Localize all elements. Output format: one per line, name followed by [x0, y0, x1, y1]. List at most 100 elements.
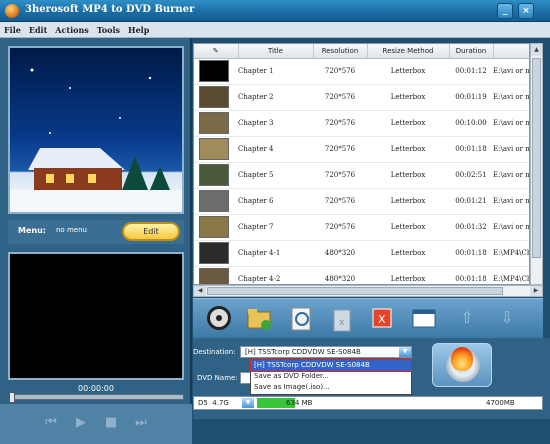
delete-icon[interactable]: x [328, 303, 356, 333]
title-cell[interactable]: Chapter 7 [238, 214, 313, 241]
resize-method-cell[interactable]: Letterbox [367, 214, 449, 241]
thumbnail-cell [194, 136, 238, 163]
previous-icon[interactable]: ⏮ [42, 414, 60, 432]
seek-handle[interactable] [9, 392, 15, 403]
edit-menu-button[interactable]: Edit [122, 222, 180, 241]
thumbnail-image [199, 190, 229, 212]
resolution-cell: 720*576 [313, 84, 367, 111]
table-row[interactable]: Chapter 3 720*576 Letterbox 00:10:00 E:\… [194, 110, 529, 137]
dvd-name-label: DVD Name: [197, 374, 238, 382]
thumbnail-cell [194, 58, 238, 85]
resize-method-cell[interactable]: Letterbox [367, 162, 449, 189]
title-cell[interactable]: Chapter 2 [238, 84, 313, 111]
path-cell: E:\avi or m [493, 214, 529, 241]
title-cell[interactable]: Chapter 6 [238, 188, 313, 215]
thumbnail-image [199, 86, 229, 108]
table-row[interactable]: Chapter 7 720*576 Letterbox 00:01:32 E:\… [194, 214, 529, 241]
duration-cell: 00:02:51 [449, 162, 493, 189]
resolution-cell: 480*320 [313, 266, 367, 284]
resize-method-cell[interactable]: Letterbox [367, 136, 449, 163]
title-cell[interactable]: Chapter 1 [238, 58, 313, 85]
thumbnail-cell [194, 162, 238, 189]
disc-usage-bar: D5 4.7G ▼ 634 MB 4700MB [193, 396, 543, 410]
scroll-up-icon[interactable]: ▲ [531, 44, 542, 56]
title-cell[interactable]: Chapter 4-1 [238, 240, 313, 267]
stop-icon[interactable]: ■ [102, 414, 120, 432]
table-row[interactable]: Chapter 4-1 480*320 Letterbox 00:01:18 E… [194, 240, 529, 267]
menu-label: Menu: [18, 226, 46, 235]
menu-tools[interactable]: Tools [93, 22, 124, 38]
resize-method-cell[interactable]: Letterbox [367, 110, 449, 137]
menu-value: no menu [56, 226, 87, 234]
add-folder-icon[interactable] [245, 303, 273, 333]
table-row[interactable]: Chapter 5 720*576 Letterbox 00:02:51 E:\… [194, 162, 529, 189]
destination-option[interactable]: Save as Image(.iso)... [251, 382, 411, 393]
col-path[interactable] [493, 44, 529, 59]
seek-bar[interactable] [9, 392, 184, 403]
play-icon[interactable]: ▶ [72, 414, 90, 432]
menu-actions[interactable]: Actions [51, 22, 92, 38]
title-cell[interactable]: Chapter 4 [238, 136, 313, 163]
file-list: ✎ Title Resolution Resize Method Duratio… [193, 43, 530, 285]
col-title[interactable]: Title [238, 44, 314, 59]
used-space-text: 634 MB [286, 399, 313, 407]
title-cell[interactable]: Chapter 3 [238, 110, 313, 137]
scroll-thumb[interactable] [532, 58, 541, 258]
col-duration[interactable]: Duration [449, 44, 494, 59]
destination-option[interactable]: Save as DVD Folder... [251, 371, 411, 382]
thumbnail-image [199, 164, 229, 186]
thumbnail-image [199, 268, 229, 284]
menu-file[interactable]: File [0, 22, 25, 38]
resize-method-cell[interactable]: Letterbox [367, 58, 449, 85]
path-cell: E:\avi or m [493, 84, 529, 111]
resize-method-cell[interactable]: Letterbox [367, 266, 449, 284]
horizontal-scrollbar[interactable]: ◀ ▶ [193, 285, 543, 297]
table-row[interactable]: Chapter 1 720*576 Letterbox 00:01:12 E:\… [194, 58, 529, 85]
close-button[interactable]: × [518, 3, 534, 19]
duration-cell: 00:01:12 [449, 58, 493, 85]
disc-type[interactable]: D5 4.7G [198, 399, 229, 407]
resize-method-cell[interactable]: Letterbox [367, 84, 449, 111]
path-cell: E:\MP4\Chap [493, 266, 529, 284]
title-cell[interactable]: Chapter 5 [238, 162, 313, 189]
vertical-scrollbar[interactable]: ▲ [530, 43, 543, 285]
table-row[interactable]: Chapter 4-2 480*320 Letterbox 00:01:18 E… [194, 266, 529, 284]
next-icon[interactable]: ⏭ [132, 414, 150, 432]
svg-text:x: x [339, 318, 345, 328]
menu-help[interactable]: Help [124, 22, 153, 38]
resolution-cell: 480*320 [313, 240, 367, 267]
col-edit-icon[interactable]: ✎ [194, 44, 239, 59]
thumbnail-image [199, 60, 229, 82]
thumbnail-cell [194, 214, 238, 241]
duration-cell: 00:10:00 [449, 110, 493, 137]
menu-edit[interactable]: Edit [25, 22, 51, 38]
col-resolution[interactable]: Resolution [313, 44, 368, 59]
destination-select[interactable]: [H] TSSTcorp CDDVDW SE-S084B ▼ [240, 346, 412, 358]
clear-all-icon[interactable]: X [368, 303, 396, 333]
col-resize-method[interactable]: Resize Method [367, 44, 450, 59]
move-down-icon[interactable]: ⇩ [493, 303, 521, 333]
minimize-button[interactable]: _ [497, 3, 513, 19]
table-row[interactable]: Chapter 4 720*576 Letterbox 00:01:18 E:\… [194, 136, 529, 163]
destination-label: Destination: [193, 348, 236, 356]
title-cell[interactable]: Chapter 4-2 [238, 266, 313, 284]
timecode: 00:00:00 [78, 384, 114, 393]
scroll-left-icon[interactable]: ◀ [194, 286, 206, 296]
add-video-icon[interactable] [205, 303, 233, 333]
scroll-right-icon[interactable]: ▶ [530, 286, 542, 296]
scroll-thumb[interactable] [207, 287, 503, 295]
burn-button[interactable] [432, 343, 492, 387]
resize-method-cell[interactable]: Letterbox [367, 188, 449, 215]
properties-icon[interactable] [410, 303, 438, 333]
edit-settings-icon[interactable] [288, 303, 316, 333]
thumbnail-image [199, 216, 229, 238]
disc-type-dropdown-icon[interactable]: ▼ [242, 398, 254, 408]
destination-option[interactable]: [H] TSSTcorp CDDVDW SE-S084B [250, 359, 412, 372]
player-controls: ⏮ ▶ ■ ⏭ [0, 404, 192, 444]
table-row[interactable]: Chapter 2 720*576 Letterbox 00:01:19 E:\… [194, 84, 529, 111]
table-row[interactable]: Chapter 6 720*576 Letterbox 00:01:21 E:\… [194, 188, 529, 215]
resolution-cell: 720*576 [313, 58, 367, 85]
resize-method-cell[interactable]: Letterbox [367, 240, 449, 267]
move-up-icon[interactable]: ⇧ [453, 303, 481, 333]
dropdown-arrow-icon[interactable]: ▼ [399, 347, 411, 357]
